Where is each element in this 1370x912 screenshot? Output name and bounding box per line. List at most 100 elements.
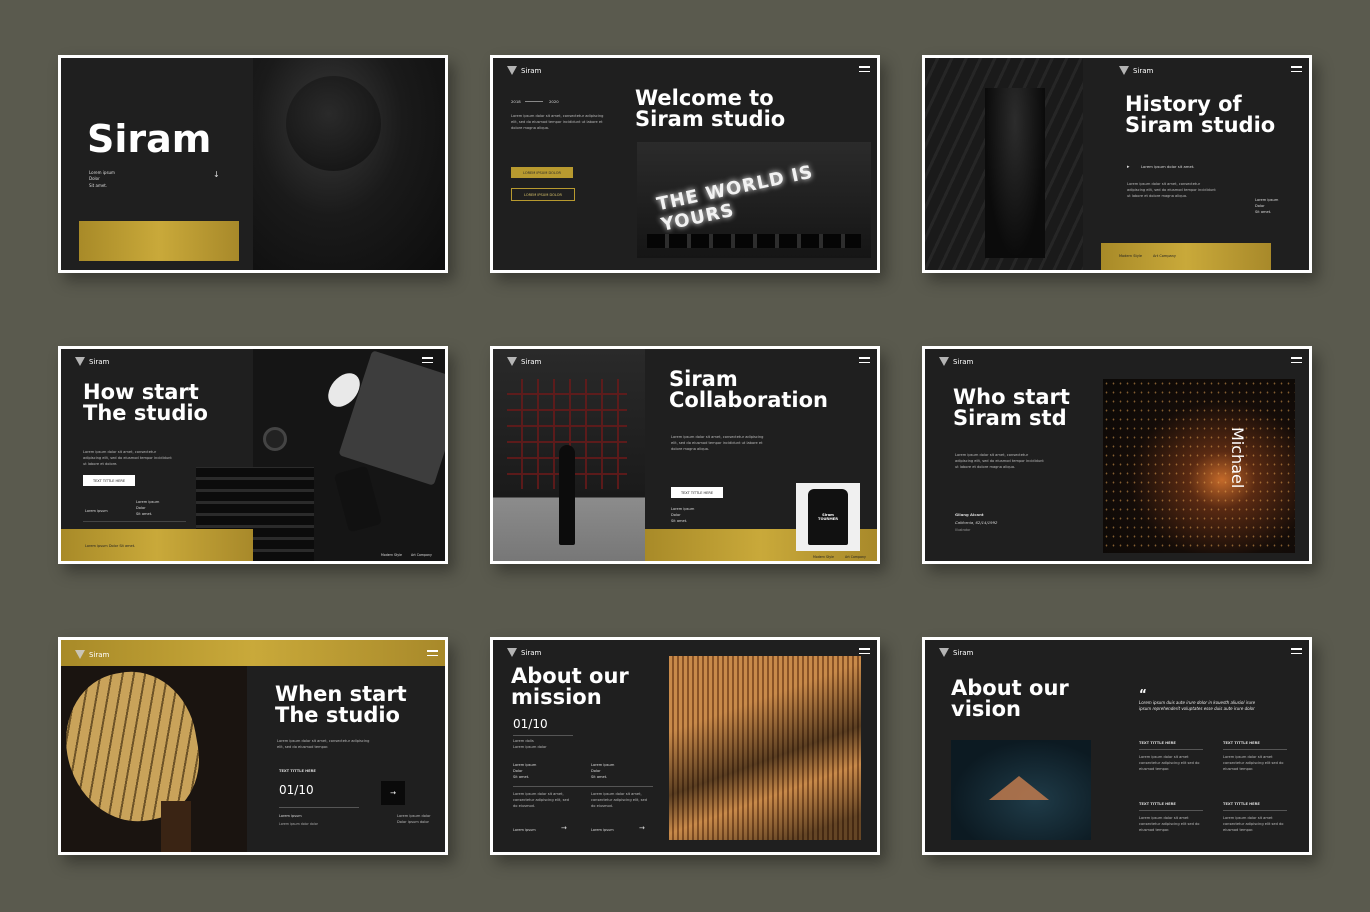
hanger-photo bbox=[951, 740, 1091, 840]
quote-mark: “ bbox=[1139, 687, 1147, 701]
deer-logo-icon bbox=[507, 66, 517, 75]
brand-logo: Siram bbox=[75, 650, 109, 659]
wood-architecture-photo bbox=[669, 656, 861, 840]
block-2-title: TEXT TITTLE HERE bbox=[1223, 741, 1260, 745]
mission-sub: Lorem dolis Lorem ipsum dolor bbox=[513, 739, 547, 749]
slide-title: Siram bbox=[87, 117, 212, 161]
counter: 01/10 bbox=[513, 717, 548, 731]
menu-icon[interactable] bbox=[1291, 357, 1302, 363]
vision-quote: Lorem ipsum duis aute irure dolor in kou… bbox=[1139, 700, 1256, 712]
footer-label-1: Modern Style bbox=[813, 555, 834, 559]
slide-title: Who start Siram std bbox=[953, 385, 1070, 430]
block-1-title: TEXT TITTLE HERE bbox=[1139, 741, 1176, 745]
play-icon: ▸ bbox=[1127, 164, 1130, 170]
slide-how-start[interactable]: Siram How start The studio Lorem ipsum d… bbox=[58, 346, 448, 564]
column-2: Lorem ipsum Dolor Sit amet. bbox=[591, 763, 615, 779]
slide-welcome[interactable]: Siram 2018 2020 Lorem ipsum dolor sit am… bbox=[490, 55, 880, 273]
menu-icon[interactable] bbox=[859, 66, 870, 72]
bottom-label: Lorem ipsum bbox=[279, 814, 302, 818]
link-1[interactable]: Lorem ipsum bbox=[513, 828, 536, 832]
deer-logo-icon bbox=[939, 648, 949, 657]
link-1-arrow-icon: → bbox=[561, 824, 567, 832]
down-arrow-icon: ↓ bbox=[213, 170, 220, 179]
block-1-text: Lorem ipsum dolor sit amet consectetur a… bbox=[1139, 755, 1200, 771]
watch bbox=[263, 427, 287, 451]
brand-logo: Siram bbox=[939, 357, 973, 366]
year-end: 2020 bbox=[549, 99, 559, 104]
slide-title: Welcome to Siram studio bbox=[635, 86, 786, 131]
block-4-text: Lorem ipsum dolor sit amet consectetur a… bbox=[1223, 816, 1284, 832]
deer-logo-icon bbox=[507, 648, 517, 657]
footer-label-1: Modern Style bbox=[381, 553, 402, 557]
sparkle-particles bbox=[1103, 379, 1295, 553]
slide-when-start[interactable]: Siram When start The studio Lorem ipsum … bbox=[58, 637, 448, 855]
menu-icon[interactable] bbox=[427, 650, 438, 656]
secondary-button[interactable]: LOREM IPSUM DOLOR bbox=[511, 188, 575, 201]
vertical-name: Michael bbox=[1228, 427, 1247, 489]
primary-button[interactable]: LOREM IPSUM DOLOR bbox=[511, 167, 573, 178]
brand-logo: Siram bbox=[507, 357, 541, 366]
bullet-text: Lorem ipsum dolor sit amet. bbox=[1141, 164, 1195, 169]
wooden-stand bbox=[161, 801, 191, 852]
gold-header-bar bbox=[61, 640, 445, 666]
menu-icon[interactable] bbox=[1291, 66, 1302, 72]
portrait-head bbox=[286, 76, 381, 171]
counter-underline bbox=[513, 735, 573, 736]
gold-text: Lorem ipsum Dolor Sit amet. bbox=[85, 544, 136, 548]
lorem-label: Lorem ipsum bbox=[85, 509, 108, 513]
footer-label-2: Art Company bbox=[1153, 254, 1176, 258]
deer-logo-icon bbox=[75, 650, 85, 659]
slide-vision[interactable]: Siram About our vision “ Lorem ipsum dui… bbox=[922, 637, 1312, 855]
slide-cover[interactable]: Siram Lorem ipsum Dolor Sit amet. ↓ bbox=[58, 55, 448, 273]
brand-name: Siram bbox=[521, 66, 542, 75]
footer-label-2: Art Company bbox=[411, 553, 432, 557]
brand-name: Siram bbox=[521, 357, 542, 366]
slide-title: How start The studio bbox=[83, 380, 208, 425]
link-2[interactable]: Lorem ipsum bbox=[591, 828, 614, 832]
side-text: Lorem ipsum Dolor Sit amet. bbox=[1255, 198, 1279, 214]
collab-text: Lorem ipsum dolor sit amet, consectetur … bbox=[671, 435, 764, 451]
history-text: Lorem ipsum dolor sit amet, consectetur … bbox=[1127, 182, 1216, 198]
next-arrow-button[interactable]: → bbox=[381, 781, 405, 805]
link-2-arrow-icon: → bbox=[639, 824, 645, 832]
wood-shadow bbox=[669, 656, 861, 840]
mission-text-2: Lorem ipsum dolor sit amet, consectetur … bbox=[591, 792, 648, 808]
slide-collaboration[interactable]: Siram Siram Collaboration Lorem ipsum do… bbox=[490, 346, 880, 564]
right-text: Lorem ipsum dolor Dolor ipsum dolor bbox=[397, 814, 431, 824]
slide-history[interactable]: Siram History of Siram studio ▸ Lorem ip… bbox=[922, 55, 1312, 273]
menu-icon[interactable] bbox=[1291, 648, 1302, 654]
title-button[interactable]: TEXT TITTLE HERE bbox=[671, 487, 723, 498]
column-1: Lorem ipsum Dolor Sit amet. bbox=[513, 763, 537, 779]
divider bbox=[83, 521, 186, 522]
side-text: Lorem ipsum Dolor Sit amet. bbox=[671, 507, 695, 523]
block-3-divider bbox=[1139, 810, 1203, 811]
slide-mission[interactable]: Siram About our mission 01/10 Lorem doli… bbox=[490, 637, 880, 855]
brand-name: Siram bbox=[89, 357, 110, 366]
footer-label-1: Modern Style bbox=[1119, 254, 1143, 258]
counter-underline bbox=[279, 807, 359, 808]
year-start: 2018 bbox=[511, 99, 521, 104]
title-button[interactable]: TEXT TITTLE HERE bbox=[83, 475, 135, 486]
person-location: California, 62/14/1992 bbox=[955, 520, 998, 525]
menu-icon[interactable] bbox=[859, 648, 870, 654]
person-name: Gilang Alcant bbox=[955, 512, 984, 517]
slide-who-start[interactable]: Siram Who start Siram std Lorem ipsum do… bbox=[922, 346, 1312, 564]
person-photo bbox=[985, 88, 1045, 258]
intro-text: Lorem ipsum dolor sit amet, consectetur … bbox=[511, 114, 604, 130]
side-text: Lorem ipsum Dolor Sit amet. bbox=[136, 500, 160, 516]
gold-leaf-photo bbox=[61, 661, 247, 852]
bottom-sub: Lorem ipsum dolor dolor bbox=[279, 822, 318, 826]
mission-text-1: Lorem ipsum dolor sit amet, consectetur … bbox=[513, 792, 570, 808]
title-label: TEXT TITTLE HERE bbox=[279, 769, 316, 773]
menu-icon[interactable] bbox=[422, 357, 433, 363]
slide-title: Siram Collaboration bbox=[669, 367, 829, 412]
menu-icon[interactable] bbox=[859, 357, 870, 363]
deer-logo-icon bbox=[507, 357, 517, 366]
slide-title: About our vision bbox=[951, 676, 1069, 721]
brand-logo: Siram bbox=[75, 357, 109, 366]
hanger bbox=[989, 776, 1049, 800]
block-3-text: Lorem ipsum dolor sit amet consectetur a… bbox=[1139, 816, 1200, 832]
shoe-shelf bbox=[647, 234, 861, 248]
brand-logo: Siram bbox=[1119, 66, 1153, 75]
year-divider bbox=[525, 101, 543, 102]
